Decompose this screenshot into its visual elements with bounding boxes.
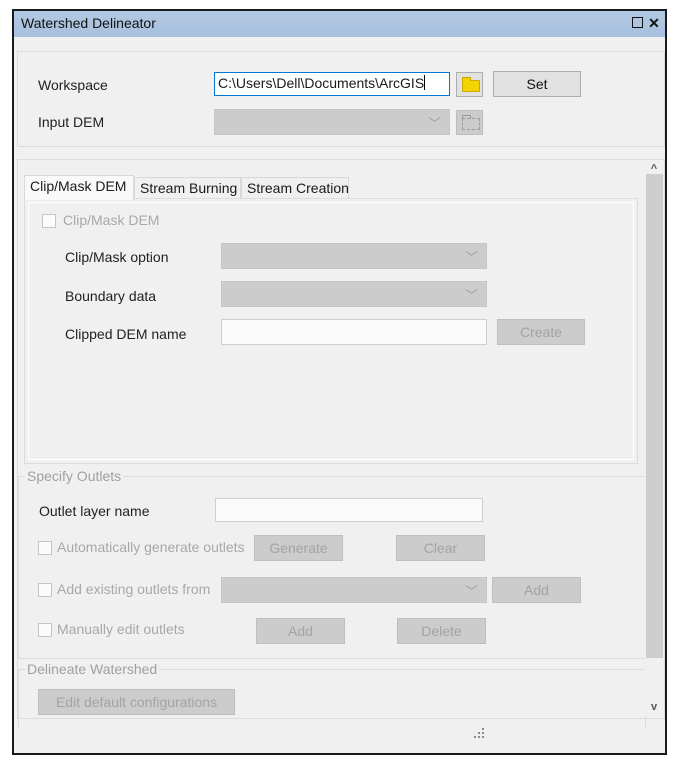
tab-stream-creation[interactable]: Stream Creation <box>241 177 349 199</box>
clip-mask-option-select[interactable]: ﹀ <box>221 243 487 269</box>
clip-mask-dem-checkbox[interactable] <box>42 214 56 228</box>
set-button[interactable]: Set <box>493 71 581 97</box>
add-existing-button[interactable]: Add <box>492 577 581 603</box>
tab-clip-mask-dem[interactable]: Clip/Mask DEM <box>24 175 134 200</box>
generate-button[interactable]: Generate <box>254 535 343 561</box>
text-caret <box>424 75 426 90</box>
window-title: Watershed Delineator <box>21 15 156 31</box>
chevron-down-icon: ﹀ <box>464 584 478 599</box>
tab-stream-burning[interactable]: Stream Burning <box>134 177 241 199</box>
workspace-label: Workspace <box>38 77 108 93</box>
outlet-layer-name-input[interactable] <box>215 498 483 522</box>
specify-outlets-title: Specify Outlets <box>25 468 124 484</box>
resize-grip-icon[interactable] <box>474 728 486 740</box>
clip-mask-option-label: Clip/Mask option <box>65 249 169 265</box>
watershed-delineator-window: Watershed Delineator ✕ Workspace C:\User… <box>12 9 667 755</box>
input-dem-browse-button[interactable] <box>456 110 483 135</box>
existing-outlets-select[interactable]: ﹀ <box>221 577 487 603</box>
options-scroll-panel: Clip/Mask DEM Stream Burning Stream Crea… <box>17 159 665 729</box>
scroll-down-button[interactable]: v <box>645 698 663 716</box>
clip-mask-tab-panel: Clip/Mask DEM Clip/Mask option ﹀ Boundar… <box>24 198 638 464</box>
edit-default-configurations-button[interactable]: Edit default configurations <box>38 689 235 715</box>
clipped-dem-name-input[interactable] <box>221 319 487 345</box>
workspace-input[interactable]: C:\Users\Dell\Documents\ArcGIS <box>214 72 450 96</box>
delineate-watershed-group: Delineate Watershed Edit default configu… <box>18 661 646 729</box>
specify-outlets-group: Specify Outlets Outlet layer name Automa… <box>18 468 646 659</box>
create-button[interactable]: Create <box>497 319 585 345</box>
clear-button[interactable]: Clear <box>396 535 485 561</box>
maximize-icon <box>631 17 643 28</box>
auto-generate-outlets-label: Automatically generate outlets <box>57 539 245 555</box>
title-bar[interactable]: Watershed Delineator ✕ <box>14 11 665 37</box>
maximize-button[interactable] <box>629 14 645 32</box>
chevron-down-icon: ﹀ <box>464 250 478 265</box>
outlet-layer-name-label: Outlet layer name <box>39 503 150 519</box>
add-existing-outlets-checkbox[interactable] <box>38 583 52 597</box>
close-button[interactable]: ✕ <box>646 14 662 32</box>
folder-icon <box>462 77 480 92</box>
scrollbar-thumb[interactable] <box>646 174 663 658</box>
auto-generate-outlets-checkbox[interactable] <box>38 541 52 555</box>
input-dem-select[interactable]: ﹀ <box>214 109 450 135</box>
boundary-data-label: Boundary data <box>65 288 157 304</box>
manually-edit-outlets-label: Manually edit outlets <box>57 621 185 637</box>
boundary-data-select[interactable]: ﹀ <box>221 281 487 307</box>
manually-edit-outlets-checkbox[interactable] <box>38 623 52 637</box>
chevron-down-icon: ﹀ <box>427 116 441 131</box>
folder-icon <box>462 115 480 130</box>
chevron-down-icon: v <box>650 701 658 713</box>
input-dem-label: Input DEM <box>38 114 105 130</box>
workspace-panel: Workspace C:\Users\Dell\Documents\ArcGIS… <box>17 51 665 147</box>
delete-button[interactable]: Delete <box>397 618 486 644</box>
workspace-browse-button[interactable] <box>456 72 483 97</box>
chevron-down-icon: ﹀ <box>464 288 478 303</box>
delineate-watershed-title: Delineate Watershed <box>25 661 160 677</box>
add-existing-outlets-label: Add existing outlets from <box>57 581 211 597</box>
close-icon: ✕ <box>648 15 660 31</box>
vertical-scrollbar[interactable]: ^ v <box>645 160 663 716</box>
clip-mask-dem-checkbox-label: Clip/Mask DEM <box>63 212 160 228</box>
manual-add-button[interactable]: Add <box>256 618 345 644</box>
clipped-dem-name-label: Clipped DEM name <box>65 326 187 342</box>
